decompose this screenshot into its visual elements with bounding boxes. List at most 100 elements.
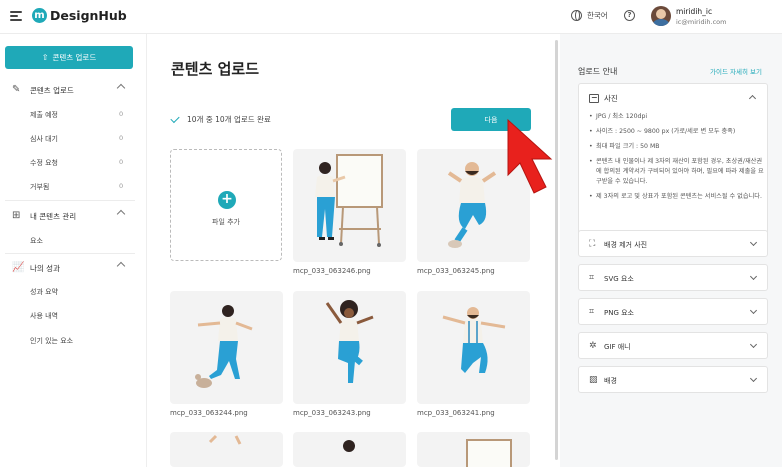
accordion-gif[interactable]: ✲ GIF 애니 bbox=[578, 332, 768, 359]
sidebar-item-rejected[interactable]: 거부됨 0 bbox=[0, 178, 146, 196]
sidebar-item-count: 0 bbox=[119, 110, 124, 118]
accordion-cutout[interactable]: ⛶ 배경 제거 사진 bbox=[578, 230, 768, 257]
check-icon bbox=[170, 113, 180, 124]
accordion-label: PNG 요소 bbox=[604, 309, 634, 317]
sidebar-group-label: 내 콘텐츠 관리 bbox=[30, 212, 77, 221]
sidebar: ⇧ 콘텐츠 업로드 ✎ 콘텐츠 업로드 제출 예정 0 심사 대기 0 수정 요… bbox=[0, 34, 146, 467]
file-name: mcp_033_063244.png bbox=[170, 409, 248, 417]
top-header: m DesignHub 한국어 ? miridih_ic ic@miridih.… bbox=[0, 0, 782, 34]
guideline-item: JPG / 최소 120dpi bbox=[589, 112, 765, 122]
sidebar-item-pending[interactable]: 심사 대기 0 bbox=[0, 130, 146, 148]
chevron-up-icon bbox=[116, 83, 126, 93]
file-thumbnail[interactable] bbox=[293, 432, 406, 467]
sidebar-item-label: 거부됨 bbox=[30, 183, 50, 191]
sidebar-item-label: 제출 예정 bbox=[30, 111, 58, 119]
sidebar-item-elements[interactable]: 요소 bbox=[0, 232, 146, 250]
sidebar-group-label: 콘텐츠 업로드 bbox=[30, 86, 74, 95]
language-label: 한국어 bbox=[587, 11, 608, 20]
chevron-down-icon bbox=[749, 306, 758, 315]
red-pointer-arrow-icon bbox=[507, 118, 553, 194]
upload-status-text: 10개 중 10개 업로드 완료 bbox=[187, 115, 271, 124]
chart-icon: 📈 bbox=[12, 262, 25, 273]
accordion-background[interactable]: ▨ 배경 bbox=[578, 366, 768, 393]
user-info[interactable]: miridih_ic ic@miridih.com bbox=[676, 7, 727, 27]
file-name: mcp_033_063245.png bbox=[417, 267, 495, 275]
sidebar-divider bbox=[5, 200, 135, 201]
content-upload-button[interactable]: ⇧ 콘텐츠 업로드 bbox=[5, 46, 133, 69]
accordion-label: 배경 bbox=[604, 377, 617, 385]
sidebar-item-label: 사용 내역 bbox=[30, 312, 58, 320]
sidebar-item-label: 요소 bbox=[30, 237, 43, 245]
help-icon[interactable]: ? bbox=[624, 10, 635, 21]
sidebar-group-label: 나의 성과 bbox=[30, 264, 60, 273]
sidebar-item-label: 수정 요청 bbox=[30, 159, 58, 167]
sidebar-group-upload[interactable]: ✎ 콘텐츠 업로드 bbox=[0, 80, 146, 100]
file-name: mcp_033_063243.png bbox=[293, 409, 371, 417]
sidebar-item-count: 0 bbox=[119, 158, 124, 166]
main-scrollbar[interactable] bbox=[555, 40, 558, 460]
guide-detail-link[interactable]: 가이드 자세히 보기 bbox=[710, 66, 762, 76]
vector-icon: ⌗ bbox=[589, 273, 595, 283]
chevron-down-icon bbox=[749, 272, 758, 281]
add-file-label: 파일 추가 bbox=[212, 218, 240, 226]
globe-icon bbox=[571, 10, 582, 21]
chevron-down-icon bbox=[749, 374, 758, 383]
cutout-icon: ⛶ bbox=[589, 239, 596, 249]
sidebar-item-popular[interactable]: 인기 있는 요소 bbox=[0, 332, 146, 350]
file-thumbnail[interactable] bbox=[170, 432, 283, 467]
user-name: miridih_ic bbox=[676, 7, 713, 16]
logo-text: DesignHub bbox=[50, 8, 127, 23]
page-title: 콘텐츠 업로드 bbox=[171, 60, 260, 78]
sidebar-item-count: 0 bbox=[119, 134, 124, 142]
logo[interactable]: m DesignHub bbox=[32, 8, 127, 23]
upload-guide-panel: 업로드 안내 가이드 자세히 보기 사진 JPG / 최소 120dpi 사이즈… bbox=[560, 34, 782, 467]
plus-icon: + bbox=[218, 191, 236, 209]
sidebar-item-usage[interactable]: 사용 내역 bbox=[0, 307, 146, 325]
file-name: mcp_033_063241.png bbox=[417, 409, 495, 417]
vector-icon: ⌗ bbox=[589, 307, 595, 317]
gif-icon: ✲ bbox=[589, 341, 597, 351]
upload-status: 10개 중 10개 업로드 완료 bbox=[170, 113, 271, 125]
sidebar-group-manage[interactable]: ⊞ 내 콘텐츠 관리 bbox=[0, 206, 146, 226]
guide-title: 업로드 안내 bbox=[578, 67, 618, 76]
sidebar-divider bbox=[5, 253, 135, 254]
sidebar-group-performance[interactable]: 📈 나의 성과 bbox=[0, 258, 146, 278]
photo-guidelines: JPG / 최소 120dpi 사이즈 : 2500 ~ 9800 px (가로… bbox=[589, 112, 765, 207]
accordion-photo-label: 사진 bbox=[604, 94, 618, 103]
sidebar-item-summary[interactable]: 성과 요약 bbox=[0, 283, 146, 301]
language-selector[interactable]: 한국어 bbox=[571, 10, 608, 21]
accordion-photo: 사진 JPG / 최소 120dpi 사이즈 : 2500 ~ 9800 px … bbox=[578, 83, 768, 252]
logo-mark-icon: m bbox=[32, 8, 47, 23]
sidebar-item-label: 성과 요약 bbox=[30, 288, 58, 296]
sidebar-item-revision[interactable]: 수정 요청 0 bbox=[0, 154, 146, 172]
guideline-item: 사이즈 : 2500 ~ 9800 px (가로/세로 변 모두 충족) bbox=[589, 127, 765, 137]
accordion-png[interactable]: ⌗ PNG 요소 bbox=[578, 298, 768, 325]
accordion-label: SVG 요소 bbox=[604, 275, 634, 283]
accordion-photo-header[interactable]: 사진 bbox=[589, 93, 618, 104]
file-thumbnail[interactable] bbox=[293, 149, 406, 262]
accordion-svg[interactable]: ⌗ SVG 요소 bbox=[578, 264, 768, 291]
grid-icon: ⊞ bbox=[12, 210, 21, 221]
main-content: 콘텐츠 업로드 10개 중 10개 업로드 완료 다음 + 파일 추가 mcp_… bbox=[147, 34, 555, 467]
chevron-up-icon bbox=[116, 261, 126, 271]
upload-icon: ⇧ bbox=[41, 53, 49, 62]
chevron-up-icon[interactable] bbox=[748, 94, 757, 103]
sidebar-item-scheduled[interactable]: 제출 예정 0 bbox=[0, 106, 146, 124]
file-thumbnail[interactable] bbox=[293, 291, 406, 404]
avatar[interactable] bbox=[651, 6, 671, 26]
file-thumbnail[interactable] bbox=[170, 291, 283, 404]
pencil-icon: ✎ bbox=[12, 84, 21, 95]
sidebar-item-label: 심사 대기 bbox=[30, 135, 58, 143]
guideline-item: 최대 파일 크기 : 50 MB bbox=[589, 142, 765, 152]
accordion-label: 배경 제거 사진 bbox=[604, 241, 648, 249]
guideline-item: 콘텐츠 내 인물이나 제 3자의 재산이 포함된 경우, 초상권/재산권에 합의… bbox=[589, 157, 765, 187]
file-thumbnail[interactable] bbox=[417, 432, 530, 467]
image-icon bbox=[589, 94, 599, 103]
user-email: ic@miridih.com bbox=[676, 18, 727, 26]
menu-toggle-icon[interactable] bbox=[10, 11, 22, 21]
add-file-card[interactable]: + 파일 추가 bbox=[170, 149, 282, 261]
sidebar-item-label: 인기 있는 요소 bbox=[30, 337, 74, 345]
file-name: mcp_033_063246.png bbox=[293, 267, 371, 275]
content-upload-button-label: 콘텐츠 업로드 bbox=[52, 53, 97, 62]
file-thumbnail[interactable] bbox=[417, 291, 530, 404]
